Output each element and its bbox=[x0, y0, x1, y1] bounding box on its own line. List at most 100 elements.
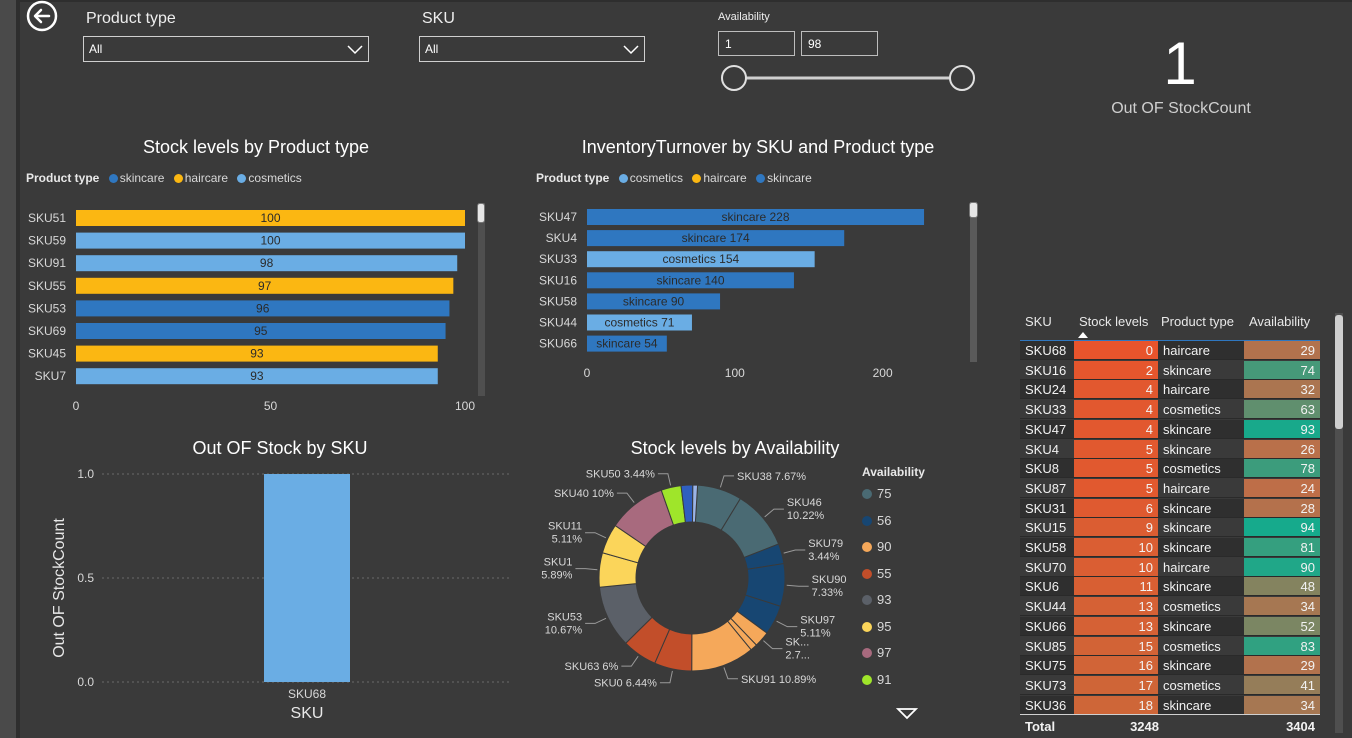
cell-product-type: skincare bbox=[1158, 518, 1244, 538]
slice-data-label: SK... bbox=[785, 637, 809, 649]
table-scrollbar-thumb[interactable] bbox=[1335, 315, 1343, 429]
cell-stock-levels: 4 bbox=[1074, 419, 1158, 439]
slice-data-label: SKU90 bbox=[812, 574, 847, 586]
chart4-legend-item[interactable]: 93 bbox=[862, 592, 891, 607]
table-row[interactable]: SKU36 18 skincare 34 bbox=[1020, 695, 1320, 715]
cell-stock-levels: 5 bbox=[1074, 439, 1158, 459]
bar-data-label: skincare 140 bbox=[656, 273, 724, 287]
table-row[interactable]: SKU70 10 haircare 90 bbox=[1020, 557, 1320, 577]
availability-min-input[interactable]: 1 bbox=[718, 31, 795, 56]
availability-max-input[interactable]: 98 bbox=[801, 31, 878, 56]
bar-data-label: 95 bbox=[254, 324, 268, 338]
y-category-label: SKU69 bbox=[28, 324, 66, 338]
chart4-legend-item[interactable]: 56 bbox=[862, 513, 891, 528]
table-row[interactable]: SKU68 0 haircare 29 bbox=[1020, 341, 1320, 360]
legend-dot-cosmetics bbox=[237, 174, 247, 183]
bar-data-label: cosmetics 71 bbox=[604, 316, 674, 330]
cell-sku: SKU16 bbox=[1020, 360, 1074, 380]
cell-sku: SKU47 bbox=[1020, 419, 1074, 439]
table-row[interactable]: SKU66 13 skincare 52 bbox=[1020, 616, 1320, 636]
cell-stock-levels: 15 bbox=[1074, 636, 1158, 656]
chart4-legend-item[interactable]: 91 bbox=[862, 672, 891, 687]
bar-data-label: 93 bbox=[250, 347, 264, 361]
chart4-legend-item[interactable]: 55 bbox=[862, 566, 891, 581]
cell-product-type: haircare bbox=[1158, 380, 1244, 400]
slice-data-label: 5.11% bbox=[552, 534, 583, 546]
slice-data-label: SKU50 3.44% bbox=[586, 469, 655, 481]
table-row[interactable]: SKU58 10 skincare 81 bbox=[1020, 538, 1320, 557]
slice-data-label: SKU97 bbox=[800, 615, 835, 627]
table-header-product-type[interactable]: Product type bbox=[1161, 314, 1234, 329]
cell-availability: 48 bbox=[1244, 577, 1320, 597]
product-type-dropdown[interactable]: All bbox=[83, 36, 369, 62]
chart2-scrollbar[interactable] bbox=[970, 202, 977, 362]
out-of-stock-count-value: 1 bbox=[1163, 30, 1197, 97]
y-category-label: SKU51 bbox=[28, 211, 66, 225]
y-category-label: SKU91 bbox=[28, 256, 66, 270]
cell-stock-levels: 6 bbox=[1074, 498, 1158, 518]
slice-leader-line bbox=[776, 620, 798, 628]
cell-availability: 90 bbox=[1244, 557, 1320, 577]
cell-availability: 26 bbox=[1244, 439, 1320, 459]
chart1-scrollbar[interactable] bbox=[478, 203, 485, 396]
table-row[interactable]: SKU44 13 cosmetics 34 bbox=[1020, 597, 1320, 617]
legend-label: 93 bbox=[877, 592, 892, 607]
table-row[interactable]: SKU33 4 cosmetics 63 bbox=[1020, 400, 1320, 420]
slice-data-label: SKU1 bbox=[544, 557, 573, 569]
y-category-label: SKU7 bbox=[35, 369, 67, 383]
legend-label: 75 bbox=[877, 486, 892, 501]
table-row[interactable]: SKU15 9 skincare 94 bbox=[1020, 518, 1320, 538]
cell-sku: SKU36 bbox=[1020, 695, 1074, 715]
table-header-sku[interactable]: SKU bbox=[1025, 314, 1052, 329]
legend-label: 90 bbox=[877, 539, 892, 554]
y-tick-label: 0.5 bbox=[77, 571, 94, 585]
x-tick-label: 100 bbox=[455, 399, 475, 413]
chart4-legend-item[interactable]: 97 bbox=[862, 645, 891, 660]
sku-dropdown[interactable]: All bbox=[419, 36, 645, 62]
table-row[interactable]: SKU4 5 skincare 26 bbox=[1020, 439, 1320, 459]
x-tick-label: 0 bbox=[73, 399, 80, 413]
y-tick-label: 1.0 bbox=[77, 467, 94, 481]
chart1-scrollbar-thumb[interactable] bbox=[477, 203, 485, 223]
x-category-label: SKU68 bbox=[288, 687, 326, 701]
slice-data-label: 10.22% bbox=[787, 510, 825, 522]
cell-stock-levels: 9 bbox=[1074, 518, 1158, 538]
table-row[interactable]: SKU8 5 cosmetics 78 bbox=[1020, 459, 1320, 479]
table-row[interactable]: SKU73 17 cosmetics 41 bbox=[1020, 675, 1320, 695]
availability-slicer-label: Availability bbox=[718, 11, 770, 23]
table-row[interactable]: SKU16 2 skincare 74 bbox=[1020, 360, 1320, 380]
table-row[interactable]: SKU6 11 skincare 48 bbox=[1020, 577, 1320, 597]
legend-dot bbox=[862, 648, 872, 658]
table-header-availability[interactable]: Availability bbox=[1249, 314, 1310, 329]
slice-data-label: SKU91 10.89% bbox=[741, 674, 816, 686]
slider-low-handle[interactable] bbox=[721, 65, 747, 91]
table-header-stock-levels[interactable]: Stock levels bbox=[1079, 314, 1148, 329]
slice-data-label: SKU63 6% bbox=[565, 661, 619, 673]
slider-high-handle[interactable] bbox=[949, 65, 975, 91]
chart2-scrollbar-thumb[interactable] bbox=[969, 202, 978, 218]
back-arrow-icon[interactable] bbox=[26, 0, 58, 32]
table-row[interactable]: SKU87 5 haircare 24 bbox=[1020, 478, 1320, 498]
legend-dot bbox=[862, 542, 872, 552]
bar-data-label: 96 bbox=[256, 301, 270, 315]
availability-range-slider[interactable] bbox=[716, 62, 980, 96]
slice-leader-line bbox=[585, 617, 607, 624]
legend-label: 55 bbox=[877, 565, 892, 581]
chart1-legend-cosmetics: cosmetics bbox=[248, 171, 302, 185]
table-row[interactable]: SKU24 4 haircare 32 bbox=[1020, 380, 1320, 400]
cell-stock-levels: 17 bbox=[1074, 675, 1158, 695]
table-row[interactable]: SKU47 4 skincare 93 bbox=[1020, 419, 1320, 439]
scroll-down-icon[interactable] bbox=[896, 706, 918, 720]
chart4-legend-item[interactable]: 90 bbox=[862, 539, 891, 554]
bar[interactable] bbox=[264, 474, 350, 682]
legend-label: 91 bbox=[877, 671, 892, 687]
chart4-legend-item[interactable]: 75 bbox=[862, 486, 891, 501]
cell-stock-levels: 10 bbox=[1074, 538, 1158, 557]
table-total-availability: 3404 bbox=[1286, 719, 1315, 734]
slice-data-label: SKU46 bbox=[787, 497, 822, 509]
table-row[interactable]: SKU31 6 skincare 28 bbox=[1020, 498, 1320, 518]
legend-dot-haircare bbox=[173, 174, 183, 183]
table-row[interactable]: SKU85 15 cosmetics 83 bbox=[1020, 636, 1320, 656]
chart4-legend-item[interactable]: 95 bbox=[862, 619, 891, 634]
table-row[interactable]: SKU75 16 skincare 29 bbox=[1020, 656, 1320, 676]
